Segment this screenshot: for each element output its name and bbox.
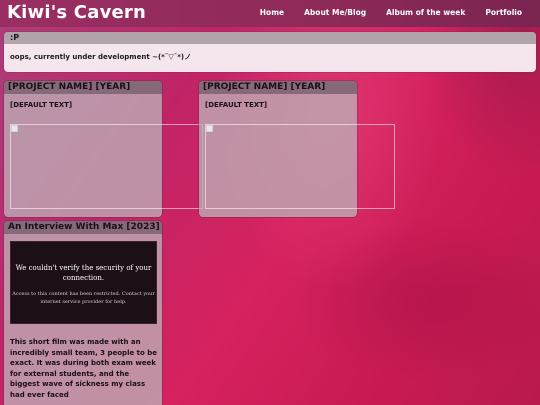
video-error-subtext: Access to this content has been restrict… [12,291,155,305]
nav-about-blog[interactable]: About Me/Blog [304,8,366,17]
broken-image-icon [11,125,18,132]
project-image-placeholder [10,124,203,209]
project-title: [PROJECT NAME] [YEAR] [199,81,357,94]
site-logo[interactable]: Kiwi's Cavern [7,2,146,23]
main-nav: Home About Me/Blog Album of the week Por… [240,8,522,17]
nav-portfolio[interactable]: Portfolio [485,8,522,17]
embedded-video[interactable]: We couldn't verify the security of your … [10,241,157,324]
project-card-1: [PROJECT NAME] [YEAR] [DEFAULT TEXT] [4,81,203,217]
interview-title: An Interview With Max [2023] [4,221,162,234]
notice-title: :P [4,32,536,44]
project-description: [DEFAULT TEXT] [205,101,268,109]
video-error-heading: We couldn't verify the security of your … [15,264,152,282]
project-card-2: [PROJECT NAME] [YEAR] [DEFAULT TEXT] [199,81,395,217]
project-title: [PROJECT NAME] [YEAR] [4,81,162,94]
interview-card: An Interview With Max [2023] We couldn't… [4,221,162,405]
notice-message: oops, currently under development ~(*¯▽¯… [10,53,192,61]
project-image-placeholder [205,124,395,209]
broken-image-icon [206,125,213,132]
project-description: [DEFAULT TEXT] [10,101,73,109]
nav-album-of-the-week[interactable]: Album of the week [386,8,465,17]
nav-home[interactable]: Home [260,8,284,17]
top-navigation-bar: Kiwi's Cavern Home About Me/Blog Album o… [0,0,540,27]
development-notice: :P oops, currently under development ~(*… [4,32,536,72]
interview-description: This short film was made with an incredi… [10,338,157,399]
